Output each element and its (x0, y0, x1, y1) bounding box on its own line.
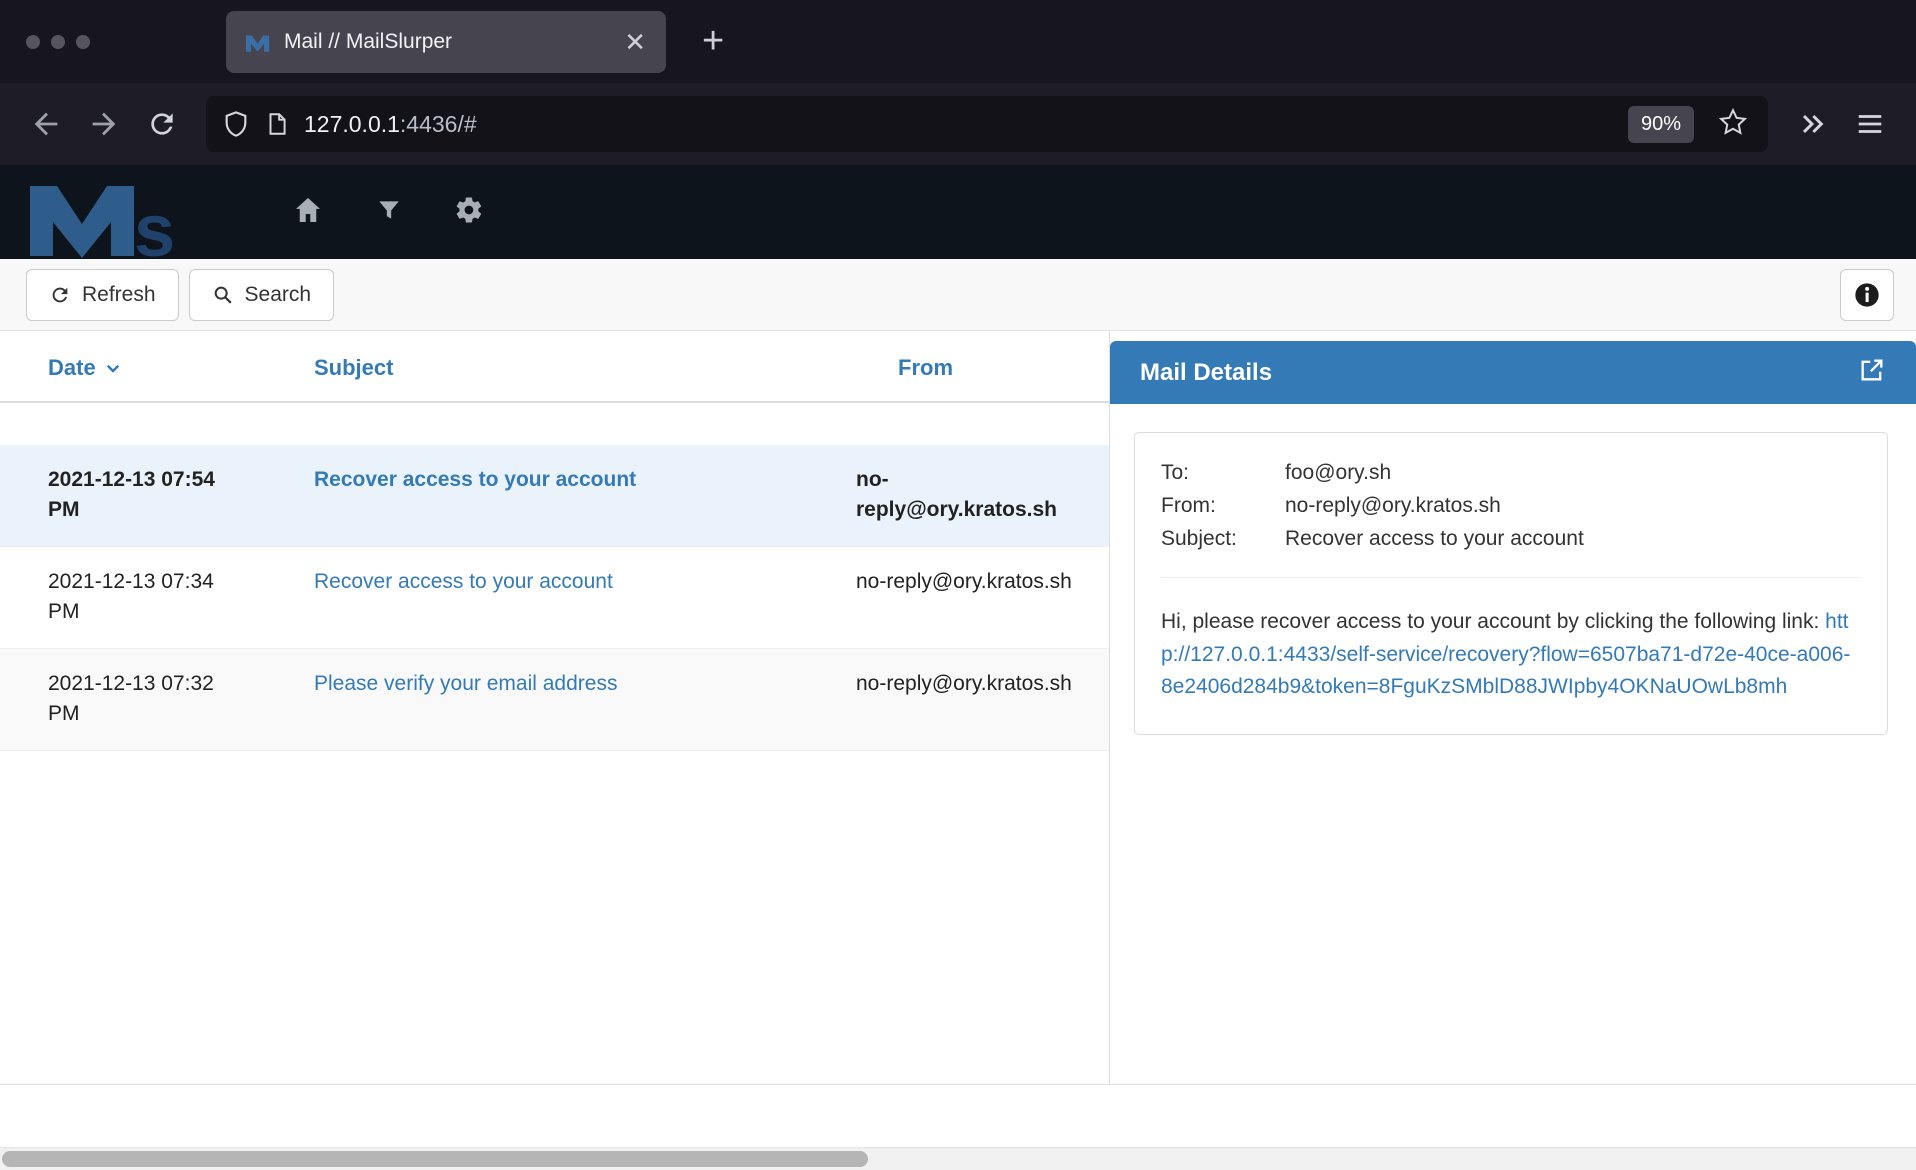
close-tab-icon[interactable]: ✕ (624, 29, 646, 55)
details-divider (1161, 577, 1861, 578)
column-header-subject[interactable]: Subject (314, 355, 840, 383)
back-icon (29, 107, 63, 141)
overflow-chevrons-icon (1796, 108, 1828, 140)
svg-text:s: s (134, 189, 175, 260)
mail-rows: 2021-12-13 07:54 PM Recover access to yo… (0, 445, 1109, 751)
mail-body-text: Hi, please recover access to your accoun… (1161, 610, 1825, 633)
to-value: foo@ory.sh (1285, 461, 1861, 485)
mailslurper-logo: s (30, 170, 230, 260)
tab-favicon-icon (246, 31, 270, 53)
home-nav-button[interactable] (292, 194, 324, 231)
mail-date: 2021-12-13 07:32 PM (48, 669, 298, 730)
detail-to-row: To: foo@ory.sh (1161, 461, 1861, 485)
bookmark-button[interactable] (1718, 107, 1748, 142)
app-menu-button[interactable] (1844, 98, 1896, 150)
search-button-label: Search (245, 283, 312, 307)
table-row[interactable]: 2021-12-13 07:34 PM Recover access to yo… (0, 547, 1109, 649)
info-button[interactable] (1840, 269, 1894, 321)
mail-details-panel: Mail Details To: foo@ory.sh From: no-rep… (1110, 331, 1916, 1084)
url-path: :4436/# (400, 111, 477, 137)
url-host: 127.0.0.1 (304, 111, 400, 137)
horizontal-scrollbar[interactable] (0, 1147, 1916, 1170)
page-info-icon[interactable] (264, 110, 290, 138)
detail-from-row: From: no-reply@ory.kratos.sh (1161, 494, 1861, 518)
to-label: To: (1161, 461, 1285, 485)
date-header-label: Date (48, 355, 96, 380)
app-toolbar: Refresh Search (0, 259, 1916, 331)
search-button[interactable]: Search (189, 269, 335, 321)
sort-down-icon (104, 357, 122, 383)
from-value: no-reply@ory.kratos.sh (1285, 494, 1861, 518)
filter-nav-button[interactable] (376, 197, 402, 228)
overflow-menu-button[interactable] (1786, 98, 1838, 150)
forward-button[interactable] (78, 98, 130, 150)
mail-body: Hi, please recover access to your accoun… (1161, 606, 1861, 704)
mailslurper-header: s (0, 165, 1916, 259)
browser-tab[interactable]: Mail // MailSlurper ✕ (226, 11, 666, 73)
star-icon (1718, 107, 1748, 137)
scrollbar-thumb[interactable] (2, 1151, 868, 1167)
gear-icon (454, 195, 484, 225)
reload-button[interactable] (136, 98, 188, 150)
window-control-dot[interactable] (51, 35, 65, 49)
back-button[interactable] (20, 98, 72, 150)
detail-subject-row: Subject: Recover access to your account (1161, 527, 1861, 551)
from-label: From: (1161, 494, 1285, 518)
mail-date: 2021-12-13 07:54 PM (48, 465, 298, 526)
browser-navbar: 127.0.0.1:4436/# 90% (0, 83, 1916, 165)
subject-label: Subject: (1161, 527, 1285, 551)
mail-subject[interactable]: Please verify your email address (314, 669, 840, 730)
url-text[interactable]: 127.0.0.1:4436/# (304, 111, 1614, 138)
filter-icon (376, 197, 402, 223)
browser-tab-strip: Mail // MailSlurper ✕ + (0, 0, 1916, 83)
reload-icon (146, 108, 178, 140)
url-bar[interactable]: 127.0.0.1:4436/# 90% (206, 96, 1768, 152)
mail-subject[interactable]: Recover access to your account (314, 567, 840, 628)
mail-details-card: To: foo@ory.sh From: no-reply@ory.kratos… (1134, 432, 1888, 735)
table-row[interactable]: 2021-12-13 07:32 PM Please verify your e… (0, 649, 1109, 751)
main-content: Date Subject From 2021-12-13 07:54 PM Re… (0, 331, 1916, 1085)
zoom-level-badge[interactable]: 90% (1628, 106, 1694, 143)
settings-nav-button[interactable] (454, 195, 484, 230)
mail-details-header: Mail Details (1110, 341, 1916, 404)
hamburger-menu-icon (1855, 109, 1885, 139)
subject-value: Recover access to your account (1285, 527, 1861, 551)
forward-icon (87, 107, 121, 141)
info-icon (1853, 281, 1881, 309)
tab-title: Mail // MailSlurper (284, 30, 610, 54)
mail-from: no-reply@ory.kratos.sh (856, 567, 1086, 628)
mail-from: no-reply@ory.kratos.sh (856, 669, 1086, 730)
bottom-strip (0, 1085, 1916, 1147)
refresh-button[interactable]: Refresh (26, 269, 179, 321)
window-control-dot[interactable] (76, 35, 90, 49)
external-link-icon (1858, 356, 1886, 384)
column-header-date[interactable]: Date (48, 355, 298, 383)
mail-details-title: Mail Details (1140, 359, 1858, 387)
refresh-icon (49, 284, 71, 306)
refresh-button-label: Refresh (82, 283, 156, 307)
open-external-button[interactable] (1858, 356, 1886, 389)
column-header-from[interactable]: From (856, 355, 1086, 383)
mail-subject[interactable]: Recover access to your account (314, 465, 840, 526)
shield-icon[interactable] (222, 110, 250, 138)
new-tab-button[interactable]: + (702, 20, 724, 63)
mail-list-header: Date Subject From (0, 331, 1109, 403)
table-row[interactable]: 2021-12-13 07:54 PM Recover access to yo… (0, 445, 1109, 547)
search-icon (212, 284, 234, 306)
mail-from: no-reply@ory.kratos.sh (856, 465, 1086, 526)
mail-date: 2021-12-13 07:34 PM (48, 567, 298, 628)
window-controls[interactable] (26, 35, 90, 49)
mail-list-panel: Date Subject From 2021-12-13 07:54 PM Re… (0, 331, 1110, 1084)
home-icon (292, 194, 324, 226)
window-control-dot[interactable] (26, 35, 40, 49)
